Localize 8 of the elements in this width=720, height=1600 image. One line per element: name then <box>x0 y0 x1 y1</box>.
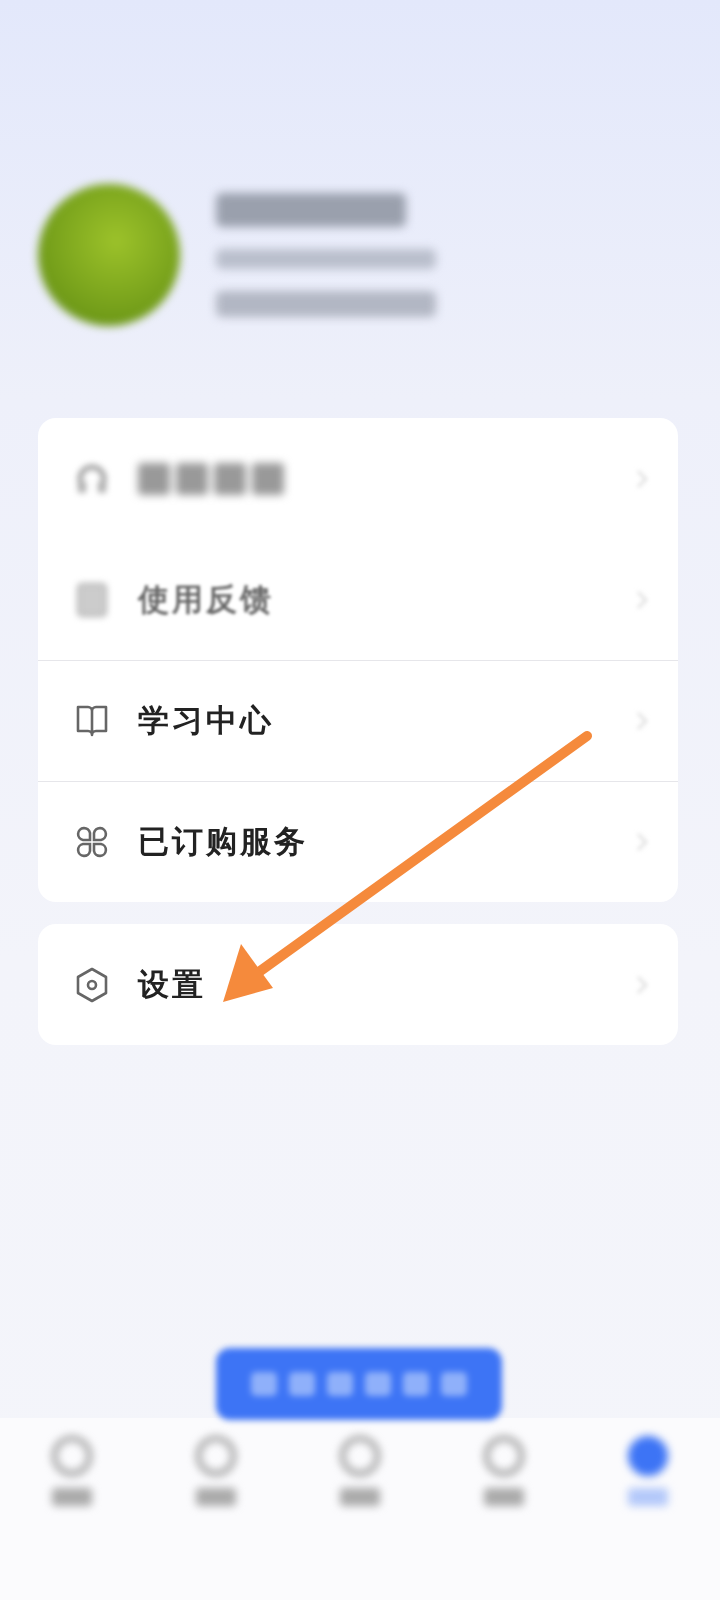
menu-item[interactable]: 学习中心 <box>38 660 678 781</box>
menu-item[interactable]: 设置 <box>38 924 678 1045</box>
menu-label: 学习中心 <box>138 701 274 740</box>
menu-label: 已订购服务 <box>138 822 308 861</box>
blurred-action-button[interactable] <box>216 1348 502 1420</box>
menu-item[interactable]: 已订购服务 <box>38 781 678 902</box>
menu-label: 使用反馈 <box>138 580 274 619</box>
menu-label: 设置 <box>138 965 206 1004</box>
